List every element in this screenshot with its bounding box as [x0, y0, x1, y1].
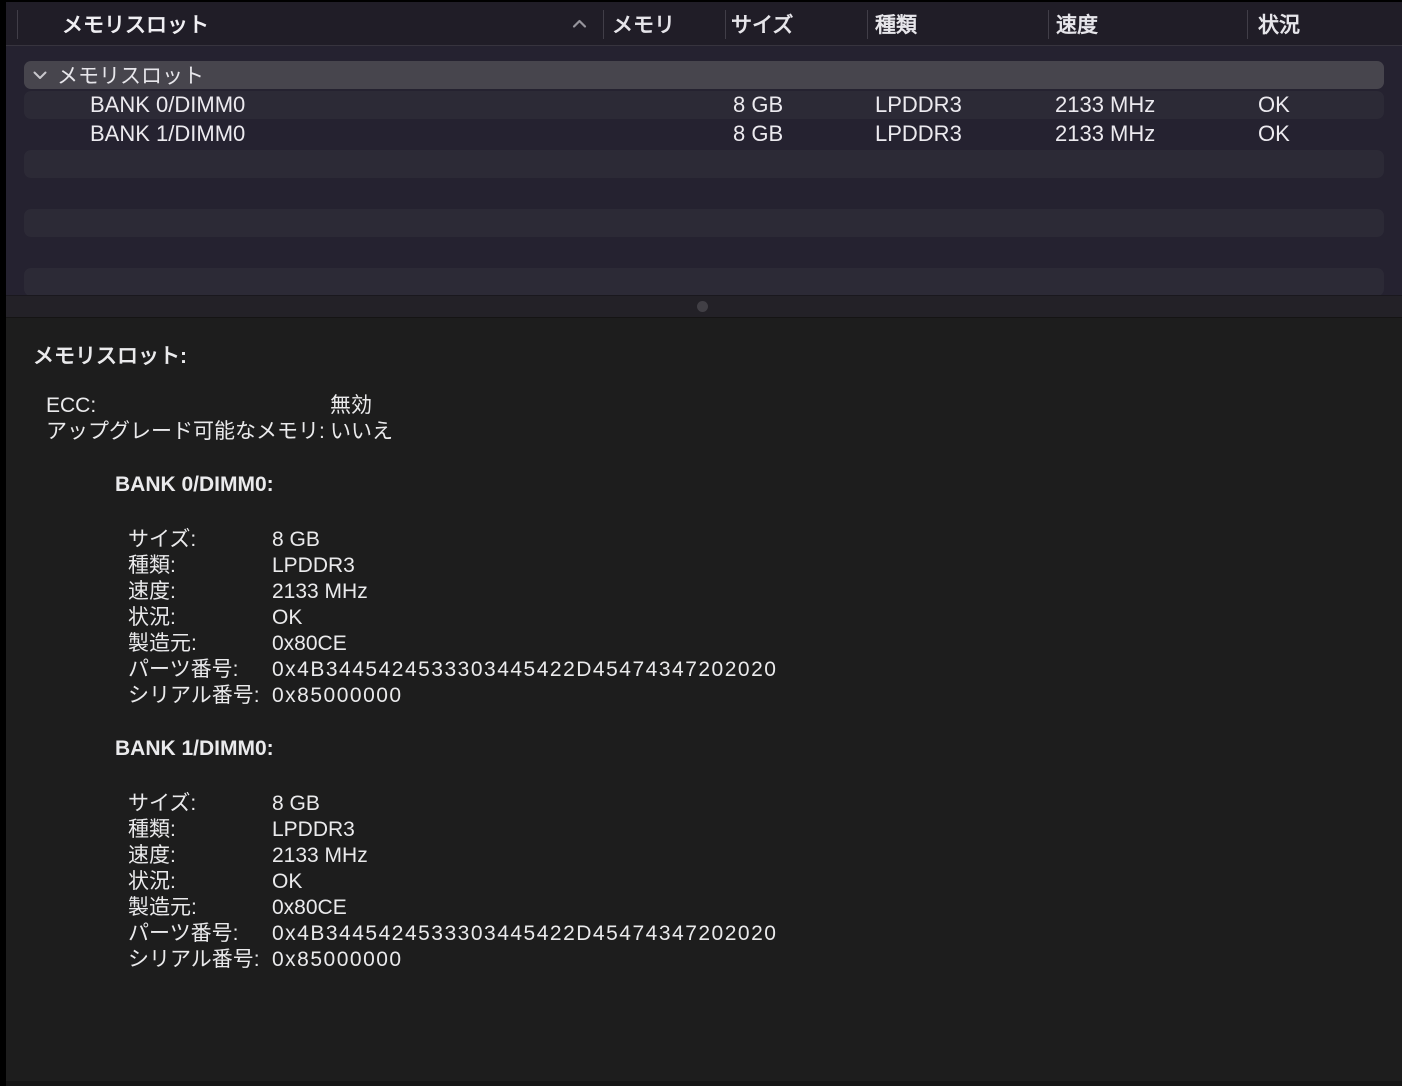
detail-value: いいえ [330, 420, 393, 443]
detail-value: 0x4B3445424533303445422D45474347202020 [272, 658, 778, 681]
detail-label: 種類: [128, 554, 176, 577]
detail-label: 状況: [128, 606, 176, 629]
detail-value: 8 GB [272, 528, 320, 551]
column-divider [17, 10, 18, 39]
detail-row: 製造元: 0x80CE [6, 631, 1402, 657]
pane-splitter [6, 295, 1402, 318]
detail-row: 種類: LPDDR3 [6, 817, 1402, 843]
bank1-heading: BANK 1/DIMM0: [115, 737, 274, 760]
table-row[interactable]: BANK 1/DIMM0 8 GB LPDDR3 2133 MHz OK [24, 120, 1384, 149]
column-header-speed[interactable]: 速度 [1056, 2, 1098, 45]
detail-label: サイズ: [128, 528, 197, 551]
chevron-down-icon[interactable] [33, 61, 47, 89]
column-header-type[interactable]: 種類 [875, 2, 917, 45]
detail-label: 製造元: [128, 632, 197, 655]
detail-row: サイズ: 8 GB [6, 527, 1402, 553]
detail-value: 2133 MHz [272, 580, 368, 603]
table-row[interactable]: BANK 0/DIMM0 8 GB LPDDR3 2133 MHz OK [24, 90, 1384, 119]
column-header-status[interactable]: 状況 [1258, 2, 1300, 45]
group-row-label: メモリスロット [57, 65, 204, 88]
empty-row [24, 208, 1384, 237]
detail-value: 0x85000000 [272, 948, 403, 971]
detail-title: メモリスロット: [33, 345, 187, 368]
column-divider [603, 10, 604, 39]
detail-label: 速度: [128, 580, 176, 603]
column-divider [1247, 10, 1248, 39]
empty-row [24, 179, 1384, 208]
detail-label: シリアル番号: [128, 684, 260, 707]
empty-row [24, 267, 1384, 295]
detail-label: 速度: [128, 844, 176, 867]
detail-value: 8 GB [272, 792, 320, 815]
cell-speed: 2133 MHz [1055, 121, 1156, 147]
detail-value: 0x4B3445424533303445422D45474347202020 [272, 922, 778, 945]
splitter-handle[interactable] [697, 301, 708, 312]
detail-row-upgradeable: アップグレード可能なメモリ: いいえ [6, 419, 1402, 445]
column-header-memory[interactable]: メモリ [612, 2, 675, 45]
detail-value: 0x80CE [272, 896, 347, 919]
detail-row: パーツ番号: 0x4B3445424533303445422D454743472… [6, 657, 1402, 683]
detail-label: 種類: [128, 818, 176, 841]
column-header-size[interactable]: サイズ [731, 2, 793, 45]
cell-size: 8 GB [733, 91, 784, 117]
sort-ascending-icon[interactable] [572, 2, 587, 45]
detail-row: 状況: OK [6, 869, 1402, 895]
column-divider [867, 10, 868, 39]
cell-status: OK [1258, 91, 1290, 117]
cell-type: LPDDR3 [875, 121, 962, 147]
bank0-heading: BANK 0/DIMM0: [115, 473, 274, 496]
column-divider [725, 10, 726, 39]
detail-row: 種類: LPDDR3 [6, 553, 1402, 579]
detail-label: 製造元: [128, 896, 197, 919]
detail-value: OK [272, 606, 303, 629]
cell-status: OK [1258, 121, 1290, 147]
detail-label: パーツ番号: [128, 658, 239, 681]
cell-slot: BANK 0/DIMM0 [90, 91, 246, 117]
memory-slots-table: メモリスロット BANK 0/DIMM0 8 GB LPDDR3 2133 MH… [6, 46, 1402, 295]
detail-row: パーツ番号: 0x4B3445424533303445422D454743472… [6, 921, 1402, 947]
cell-size: 8 GB [733, 121, 784, 147]
detail-value: LPDDR3 [272, 818, 355, 841]
detail-label: 状況: [128, 870, 176, 893]
cell-speed: 2133 MHz [1055, 91, 1156, 117]
cell-slot: BANK 1/DIMM0 [90, 121, 246, 147]
detail-row: 製造元: 0x80CE [6, 895, 1402, 921]
empty-row [24, 149, 1384, 178]
detail-row: 速度: 2133 MHz [6, 843, 1402, 869]
detail-value: LPDDR3 [272, 554, 355, 577]
cell-type: LPDDR3 [875, 91, 962, 117]
detail-value: 0x85000000 [272, 684, 403, 707]
detail-pane: メモリスロット: ECC: 無効 アップグレード可能なメモリ: いいえ BANK… [6, 318, 1402, 1086]
detail-row-ecc: ECC: 無効 [6, 393, 1402, 419]
detail-row: シリアル番号: 0x85000000 [6, 947, 1402, 973]
detail-label: シリアル番号: [128, 948, 260, 971]
detail-row: 速度: 2133 MHz [6, 579, 1402, 605]
detail-row: サイズ: 8 GB [6, 791, 1402, 817]
detail-label: ECC: [46, 394, 97, 417]
detail-value: 2133 MHz [272, 844, 368, 867]
detail-label: パーツ番号: [128, 922, 239, 945]
column-header-memory-slot[interactable]: メモリスロット [62, 2, 209, 45]
detail-row: 状況: OK [6, 605, 1402, 631]
detail-value: OK [272, 870, 303, 893]
detail-row: シリアル番号: 0x85000000 [6, 683, 1402, 709]
detail-value: 0x80CE [272, 632, 347, 655]
empty-row [24, 238, 1384, 267]
group-row-memory-slot[interactable]: メモリスロット [24, 61, 1384, 89]
table-header: メモリスロット メモリ サイズ 種類 速度 状況 [6, 2, 1402, 46]
detail-label: サイズ: [128, 792, 197, 815]
detail-value: 無効 [330, 394, 372, 417]
detail-label: アップグレード可能なメモリ: [46, 420, 325, 443]
column-divider [1048, 10, 1049, 39]
